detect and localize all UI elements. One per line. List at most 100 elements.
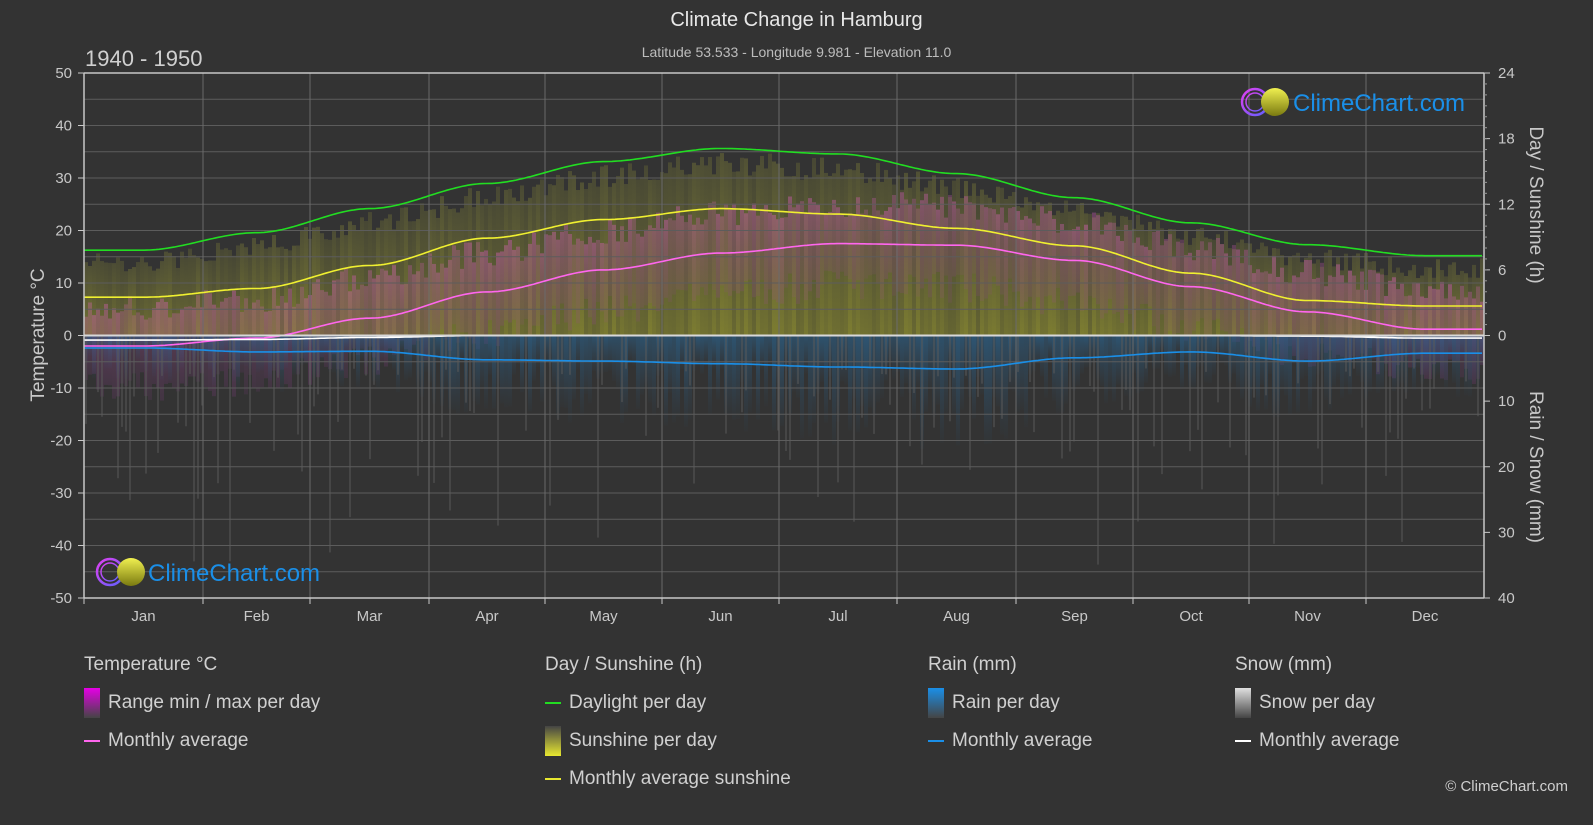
snow-day-bar xyxy=(1385,335,1387,476)
left-tick-label: 50 xyxy=(55,65,72,82)
snow-day-bar xyxy=(157,335,159,453)
snow-day-bar xyxy=(869,335,871,369)
temperature-range-bar xyxy=(1180,239,1184,321)
snow-day-bar xyxy=(685,335,687,372)
legend-label: Range min / max per day xyxy=(108,692,321,713)
snow-day-bar xyxy=(569,335,571,375)
legend-swatch-icon xyxy=(1235,740,1251,742)
snow-day-bar xyxy=(1265,335,1267,396)
rain-day-bar xyxy=(820,335,824,382)
legend-swatch-icon xyxy=(1235,688,1251,718)
rain-day-bar xyxy=(1212,335,1216,375)
rain-day-bar xyxy=(780,335,784,426)
temperature-range-bar xyxy=(832,199,836,273)
snow-day-bar xyxy=(97,335,99,393)
temperature-range-bar xyxy=(692,224,696,301)
snow-day-bar xyxy=(1089,335,1091,387)
rain-day-bar xyxy=(1260,335,1264,385)
rain-day-bar xyxy=(172,335,176,350)
rain-day-bar xyxy=(588,335,592,404)
snow-day-bar xyxy=(965,335,967,376)
rain-day-bar xyxy=(700,335,704,374)
rain-day-bar xyxy=(236,335,240,390)
temperature-range-bar xyxy=(1160,245,1164,315)
rain-day-bar xyxy=(608,335,612,371)
snow-day-bar xyxy=(217,335,219,484)
legend-swatch-icon xyxy=(84,688,100,718)
left-tick-label: 30 xyxy=(55,170,72,187)
snow-day-bar xyxy=(353,335,355,369)
snow-day-bar xyxy=(1033,335,1035,433)
temperature-range-bar xyxy=(712,201,716,290)
rain-day-bar xyxy=(748,335,752,413)
snow-day-bar xyxy=(1465,335,1467,382)
temperature-range-bar xyxy=(608,219,612,297)
temperature-range-bar xyxy=(960,213,964,275)
rain-day-bar xyxy=(280,335,284,392)
rain-day-bar xyxy=(508,335,512,407)
rain-day-bar xyxy=(1108,335,1112,392)
snow-day-bar xyxy=(1197,335,1199,430)
temperature-range-bar xyxy=(844,216,848,276)
rain-day-bar xyxy=(320,335,324,362)
rain-day-bar xyxy=(1472,335,1476,382)
rain-day-bar xyxy=(1220,335,1224,363)
climate-chart: 50 40 30 20 10 0 -10 -20 -30 -40 -50 24 18 12 6 0 10 20 30… xyxy=(28,65,1546,625)
rain-day-bar xyxy=(792,335,796,392)
snow-day-bar xyxy=(921,335,923,465)
rain-day-bar xyxy=(1392,335,1396,392)
rain-day-bar xyxy=(1080,335,1084,374)
temperature-range-bar xyxy=(676,206,680,290)
rain-day-bar xyxy=(1292,335,1296,364)
rain-day-bar xyxy=(1024,335,1028,428)
temperature-range-bar xyxy=(1084,224,1088,310)
snow-day-bar xyxy=(845,335,847,370)
temperature-range-bar xyxy=(564,223,568,323)
legend-label: Monthly average xyxy=(952,730,1093,751)
snow-day-bar xyxy=(1229,335,1231,448)
rain-day-bar xyxy=(500,335,504,404)
temperature-range-bar xyxy=(644,229,648,306)
temperature-range-bar xyxy=(416,271,420,341)
x-tick-label: Jan xyxy=(131,608,155,625)
temperature-range-bar xyxy=(1032,223,1036,310)
temperature-range-bar xyxy=(1144,246,1148,304)
snow-day-bar xyxy=(421,335,423,442)
snow-day-bar xyxy=(317,335,319,395)
snow-day-bar xyxy=(861,335,863,418)
snow-day-bar xyxy=(1009,335,1011,382)
left-tick-label: 10 xyxy=(55,275,72,292)
temperature-range-bar xyxy=(652,228,656,307)
rain-day-bar xyxy=(1148,335,1152,359)
temperature-range-bar xyxy=(556,239,560,325)
logo-sun-icon xyxy=(1261,88,1289,116)
right-bottom-tick-label: 30 xyxy=(1498,524,1515,541)
snow-day-bar xyxy=(657,335,659,408)
temperature-range-bar xyxy=(820,212,824,286)
temperature-range-bar xyxy=(440,263,444,330)
temperature-range-bar xyxy=(968,202,972,303)
snow-day-bar xyxy=(1129,335,1131,411)
snow-day-bar xyxy=(873,335,875,434)
rain-day-bar xyxy=(520,335,524,393)
snow-day-bar xyxy=(1377,335,1379,372)
rain-day-bar xyxy=(956,335,960,446)
rain-day-bar xyxy=(672,335,676,423)
temperature-range-bar xyxy=(1120,241,1124,323)
rain-day-bar xyxy=(1004,335,1008,439)
temperature-range-bar xyxy=(1052,218,1056,303)
temperature-range-bar xyxy=(612,224,616,310)
temperature-range-bar xyxy=(760,208,764,280)
rain-day-bar xyxy=(808,335,812,437)
rain-day-bar xyxy=(1164,335,1168,375)
temperature-range-bar xyxy=(1216,237,1220,319)
rain-day-bar xyxy=(268,335,272,381)
rain-day-bar xyxy=(732,335,736,420)
temperature-range-bar xyxy=(1072,229,1076,296)
temperature-range-bar xyxy=(828,211,832,272)
temperature-range-bar xyxy=(1040,206,1044,315)
temperature-range-bar xyxy=(984,207,988,299)
snow-day-bar xyxy=(561,335,563,375)
snow-day-bar xyxy=(213,335,215,378)
legend-label: Sunshine per day xyxy=(569,730,717,751)
